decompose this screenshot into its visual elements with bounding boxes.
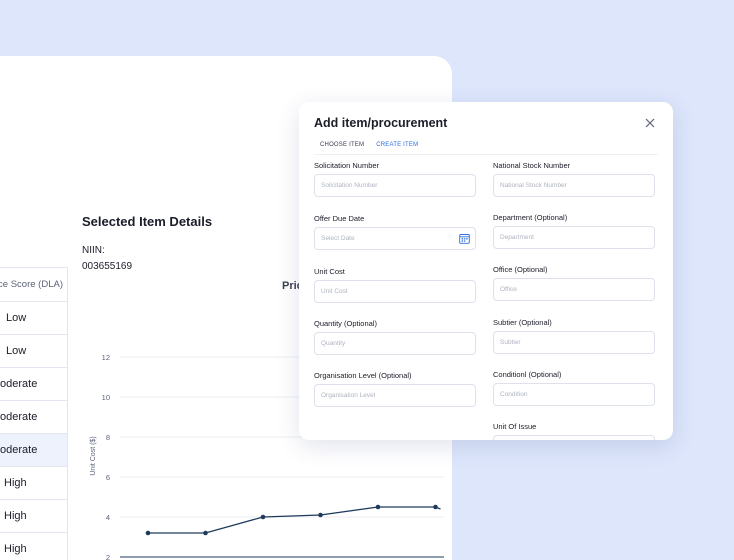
column-header-compliance-score[interactable]: nce Score (DLA) bbox=[0, 267, 68, 302]
quantity-input[interactable]: Quantity bbox=[314, 332, 476, 355]
office-field: Office (Optional) Office bbox=[493, 265, 655, 301]
data-point[interactable] bbox=[375, 504, 381, 510]
y-tick-label: 4 bbox=[106, 513, 110, 522]
unit-of-issue-field: Unit Of Issue bbox=[493, 422, 655, 440]
subtier-input[interactable]: Subtier bbox=[493, 331, 655, 354]
organisation-level-input[interactable]: Organisation Level bbox=[314, 384, 476, 407]
national-stock-number-input[interactable]: National Stock Number bbox=[493, 174, 655, 197]
solicitation-number-input[interactable]: Solicitation Number bbox=[314, 174, 476, 197]
table-cell[interactable]: Low bbox=[0, 302, 68, 335]
table-cell[interactable]: High bbox=[0, 533, 68, 560]
y-tick-label: 12 bbox=[102, 353, 110, 362]
offer-due-date-field: Offer Due Date Select Date bbox=[314, 214, 476, 250]
department-input[interactable]: Department bbox=[493, 226, 655, 249]
office-input[interactable]: Office bbox=[493, 278, 655, 301]
data-point[interactable] bbox=[260, 514, 266, 520]
details-title: Selected Item Details bbox=[82, 214, 213, 229]
field-label: Office (Optional) bbox=[493, 265, 548, 274]
data-point[interactable] bbox=[145, 530, 151, 536]
niin-value: 003655169 bbox=[82, 261, 133, 272]
field-label: Organisation Level (Optional) bbox=[314, 371, 412, 380]
compliance-score-column: nce Score (DLA) Low Low oderate oderate … bbox=[0, 267, 68, 560]
organisation-level-field: Organisation Level (Optional) Organisati… bbox=[314, 371, 476, 407]
table-cell[interactable]: High bbox=[0, 467, 68, 500]
data-point[interactable] bbox=[203, 530, 208, 536]
tab-create-item[interactable]: CREATE ITEM bbox=[370, 138, 425, 155]
condition-field: Conditionl (Optional) Condition bbox=[493, 370, 655, 406]
calendar-icon[interactable] bbox=[459, 233, 470, 244]
table-cell[interactable]: High bbox=[0, 500, 68, 533]
y-tick-label: 6 bbox=[106, 473, 110, 482]
niin-label: NIIN: bbox=[82, 245, 105, 256]
field-label: Conditionl (Optional) bbox=[493, 370, 562, 379]
national-stock-number-field: National Stock Number National Stock Num… bbox=[493, 161, 655, 197]
field-label: Unit Of Issue bbox=[493, 422, 537, 431]
table-cell-selected[interactable]: oderate bbox=[0, 434, 68, 467]
field-label: Offer Due Date bbox=[314, 214, 365, 223]
modal-title: Add item/procurement bbox=[314, 116, 448, 130]
table-cell[interactable]: oderate bbox=[0, 401, 68, 434]
solicitation-number-field: Solicitation Number Solicitation Number bbox=[314, 161, 476, 197]
unit-cost-input[interactable]: Unit Cost bbox=[314, 280, 476, 303]
subtier-field: Subtier (Optional) Subtier bbox=[493, 318, 655, 354]
close-icon[interactable] bbox=[643, 116, 657, 130]
field-label: Subtier (Optional) bbox=[493, 318, 552, 327]
y-tick-label: 10 bbox=[102, 393, 110, 402]
modal-tabs: CHOOSE ITEM CREATE ITEM bbox=[314, 138, 425, 155]
field-label: Solicitation Number bbox=[314, 161, 380, 170]
data-point[interactable] bbox=[433, 504, 438, 510]
y-tick-label: 2 bbox=[106, 553, 110, 560]
table-cell[interactable]: Low bbox=[0, 335, 68, 368]
add-item-modal: Add item/procurement CHOOSE ITEM CREATE … bbox=[299, 102, 673, 440]
field-label: Quantity (Optional) bbox=[314, 319, 377, 328]
field-label: Department (Optional) bbox=[493, 213, 568, 222]
data-point[interactable] bbox=[318, 512, 323, 518]
series-line bbox=[148, 506, 441, 534]
quantity-field: Quantity (Optional) Quantity bbox=[314, 319, 476, 355]
field-label: Unit Cost bbox=[314, 267, 345, 276]
field-label: National Stock Number bbox=[493, 161, 571, 170]
offer-due-date-input[interactable]: Select Date bbox=[314, 227, 476, 250]
department-field: Department (Optional) Department bbox=[493, 213, 655, 249]
tab-choose-item[interactable]: CHOOSE ITEM bbox=[314, 138, 370, 155]
date-placeholder: Select Date bbox=[321, 235, 355, 242]
unit-of-issue-input[interactable] bbox=[493, 435, 655, 440]
y-axis-label: Unit Cost ($) bbox=[90, 436, 97, 475]
table-cell[interactable]: oderate bbox=[0, 368, 68, 401]
selected-item-details: Selected Item Details NIIN: 003655169 bbox=[82, 214, 212, 272]
condition-input[interactable]: Condition bbox=[493, 383, 655, 406]
tab-divider bbox=[314, 154, 658, 155]
y-tick-label: 8 bbox=[106, 433, 110, 442]
unit-cost-field: Unit Cost Unit Cost bbox=[314, 267, 476, 303]
